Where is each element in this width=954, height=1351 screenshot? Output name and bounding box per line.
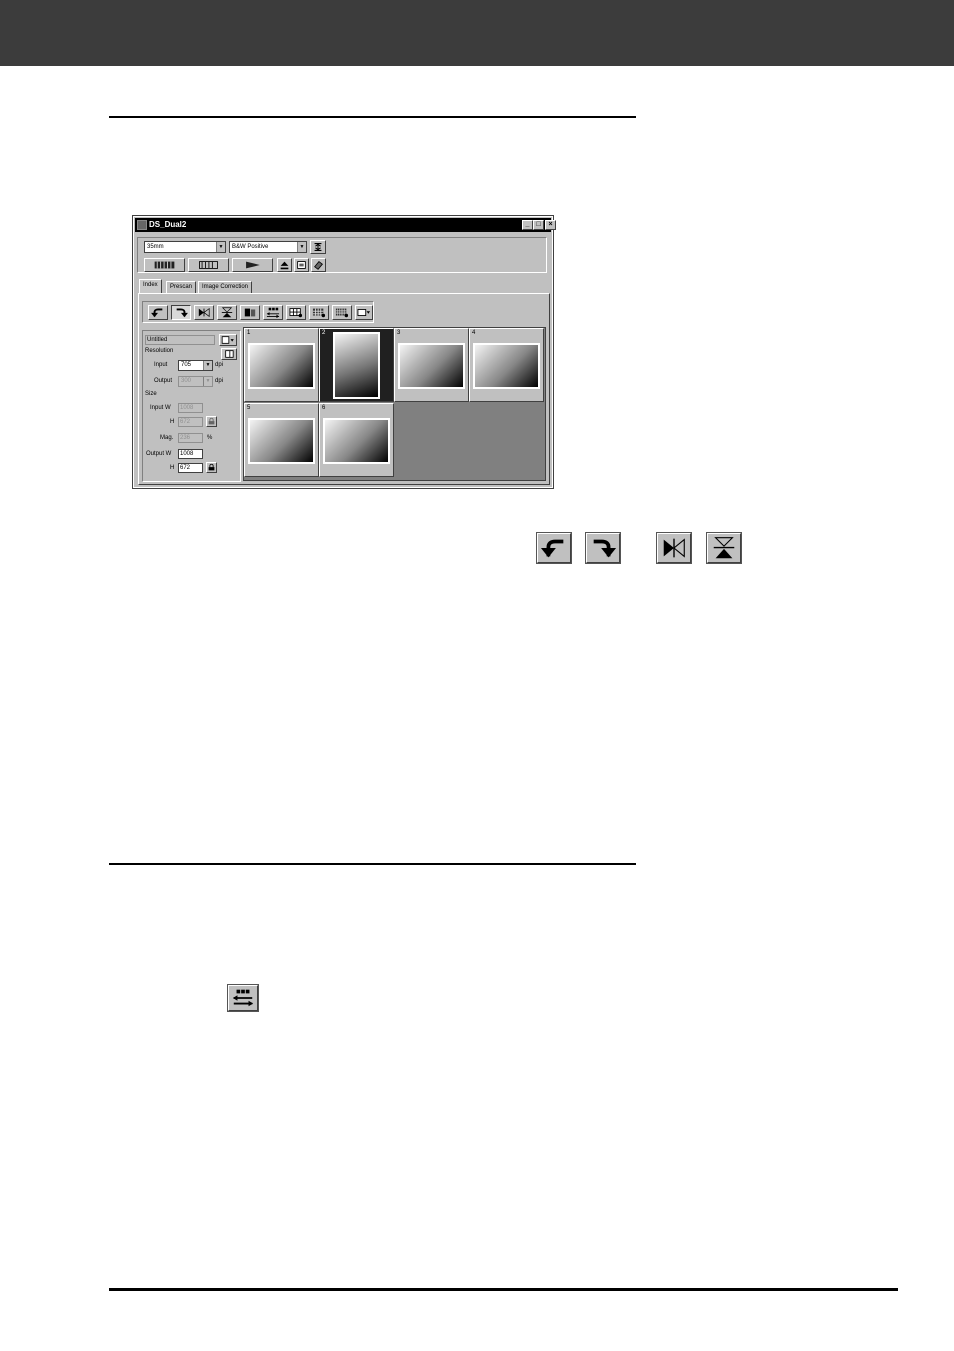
scan-button[interactable]: [232, 258, 273, 272]
magnification-unit-label: %: [207, 435, 213, 441]
size-label: Size: [145, 391, 157, 397]
input-lock-button[interactable]: [206, 416, 217, 427]
tab-image-correction[interactable]: Image Correction: [198, 281, 253, 293]
chevron-down-icon: ▼: [297, 242, 306, 252]
frame-thumbnail: [248, 343, 315, 389]
flip-vertical-icon: [706, 532, 742, 564]
input-width-field[interactable]: 1008: [178, 403, 203, 413]
index-scan-button[interactable]: [144, 258, 185, 272]
rotate-left-icon: [536, 532, 572, 564]
rotate-right-button[interactable]: [171, 305, 191, 320]
tab-prescan[interactable]: Prescan: [166, 281, 197, 293]
window-titlebar: DS_Dual2 _ □ ×: [135, 218, 556, 232]
frame-number: 6: [322, 405, 326, 411]
frame-number: 3: [397, 330, 401, 336]
frame-cell[interactable]: 5: [244, 403, 319, 477]
index-thumbnail-grid: 1 2 3 4 5 6: [243, 327, 546, 481]
eject-button[interactable]: [277, 258, 292, 272]
settings-panel: Untitled Resolution Input 705 ▼ dpi Outpu…: [142, 330, 241, 482]
reverse-order-button[interactable]: [263, 305, 283, 320]
job-name-field[interactable]: Untitled: [145, 335, 215, 345]
output-width-field[interactable]: 1008: [178, 449, 203, 459]
close-button[interactable]: ×: [545, 220, 556, 230]
window-title: DS_Dual2: [149, 220, 187, 229]
page-header-bar: [0, 0, 954, 66]
minimize-button[interactable]: _: [522, 220, 533, 230]
output-height-label: H: [170, 465, 175, 471]
resolution-label: Resolution: [145, 348, 174, 354]
job-settings-button[interactable]: [219, 334, 237, 346]
frame-number: 1: [247, 330, 251, 336]
frame-number: 5: [247, 405, 251, 411]
output-height-field[interactable]: 672: [178, 463, 203, 473]
film-format-select[interactable]: 35mm ▼: [144, 241, 226, 253]
index-toolbar: [142, 301, 374, 323]
footer-rule: [109, 1288, 898, 1291]
frame-thumbnail: [398, 343, 465, 389]
scan-control-panel: 35mm ▼ B&W Positive ▼: [137, 237, 547, 273]
rotate-left-button[interactable]: [148, 305, 168, 320]
chevron-down-icon: ▼: [203, 377, 212, 386]
reverse-order-icon: [227, 984, 259, 1012]
input-unit-label: dpi: [215, 362, 224, 368]
flip-horizontal-button[interactable]: [194, 305, 214, 320]
flip-vertical-button[interactable]: [217, 305, 237, 320]
frame-cell[interactable]: 3: [394, 328, 469, 402]
index-view-medium-button[interactable]: [309, 305, 329, 320]
help-button[interactable]: [311, 258, 326, 272]
input-label: Input: [154, 362, 168, 368]
ds-dual2-window: DS_Dual2 _ □ × 35mm ▼ B&W Positive ▼ Ind…: [132, 215, 556, 489]
chevron-down-icon: ▼: [203, 361, 212, 370]
index-view-large-button[interactable]: [286, 305, 306, 320]
output-lock-button[interactable]: [206, 462, 217, 473]
magnification-field[interactable]: 236: [178, 433, 203, 443]
frame-thumbnail: [248, 418, 315, 464]
frame-thumbnail: [333, 332, 380, 399]
prescan-button[interactable]: [188, 258, 229, 272]
input-height-field[interactable]: 672: [178, 417, 203, 427]
input-width-label: Input W: [150, 405, 171, 411]
section-rule-top: [109, 116, 636, 118]
frame-cell[interactable]: 1: [244, 328, 319, 402]
maximize-button[interactable]: □: [533, 220, 544, 230]
index-view-small-button[interactable]: [332, 305, 352, 320]
frame-cell[interactable]: 2: [319, 328, 394, 402]
app-icon: [137, 220, 147, 230]
output-label: Output: [154, 378, 173, 384]
frame-cell[interactable]: 6: [319, 403, 394, 477]
frame-number: 4: [472, 330, 476, 336]
frame-number: 2: [322, 330, 326, 336]
input-height-label: H: [170, 419, 175, 425]
select-frames-button[interactable]: [240, 305, 260, 320]
frame-thumbnail: [323, 418, 390, 464]
preferences-button[interactable]: [294, 258, 309, 272]
output-resolution-select[interactable]: 300 ▼: [178, 376, 213, 387]
rotate-right-icon: [585, 532, 621, 564]
chevron-down-icon: ▼: [216, 242, 225, 252]
view-options-dropdown[interactable]: [355, 305, 373, 320]
input-resolution-select[interactable]: 705 ▼: [178, 360, 213, 371]
section-rule-middle: [109, 863, 636, 865]
film-type-select[interactable]: B&W Positive ▼: [229, 241, 307, 253]
film-holder-button[interactable]: [310, 240, 326, 254]
auto-crop-button[interactable]: [221, 348, 237, 360]
flip-horizontal-icon: [656, 532, 692, 564]
tab-index[interactable]: Index: [139, 279, 162, 293]
output-unit-label: dpi: [215, 378, 224, 384]
frame-cell[interactable]: 4: [469, 328, 544, 402]
magnification-label: Mag.: [160, 435, 174, 441]
output-width-label: Output W: [146, 451, 172, 457]
frame-thumbnail: [473, 343, 540, 389]
